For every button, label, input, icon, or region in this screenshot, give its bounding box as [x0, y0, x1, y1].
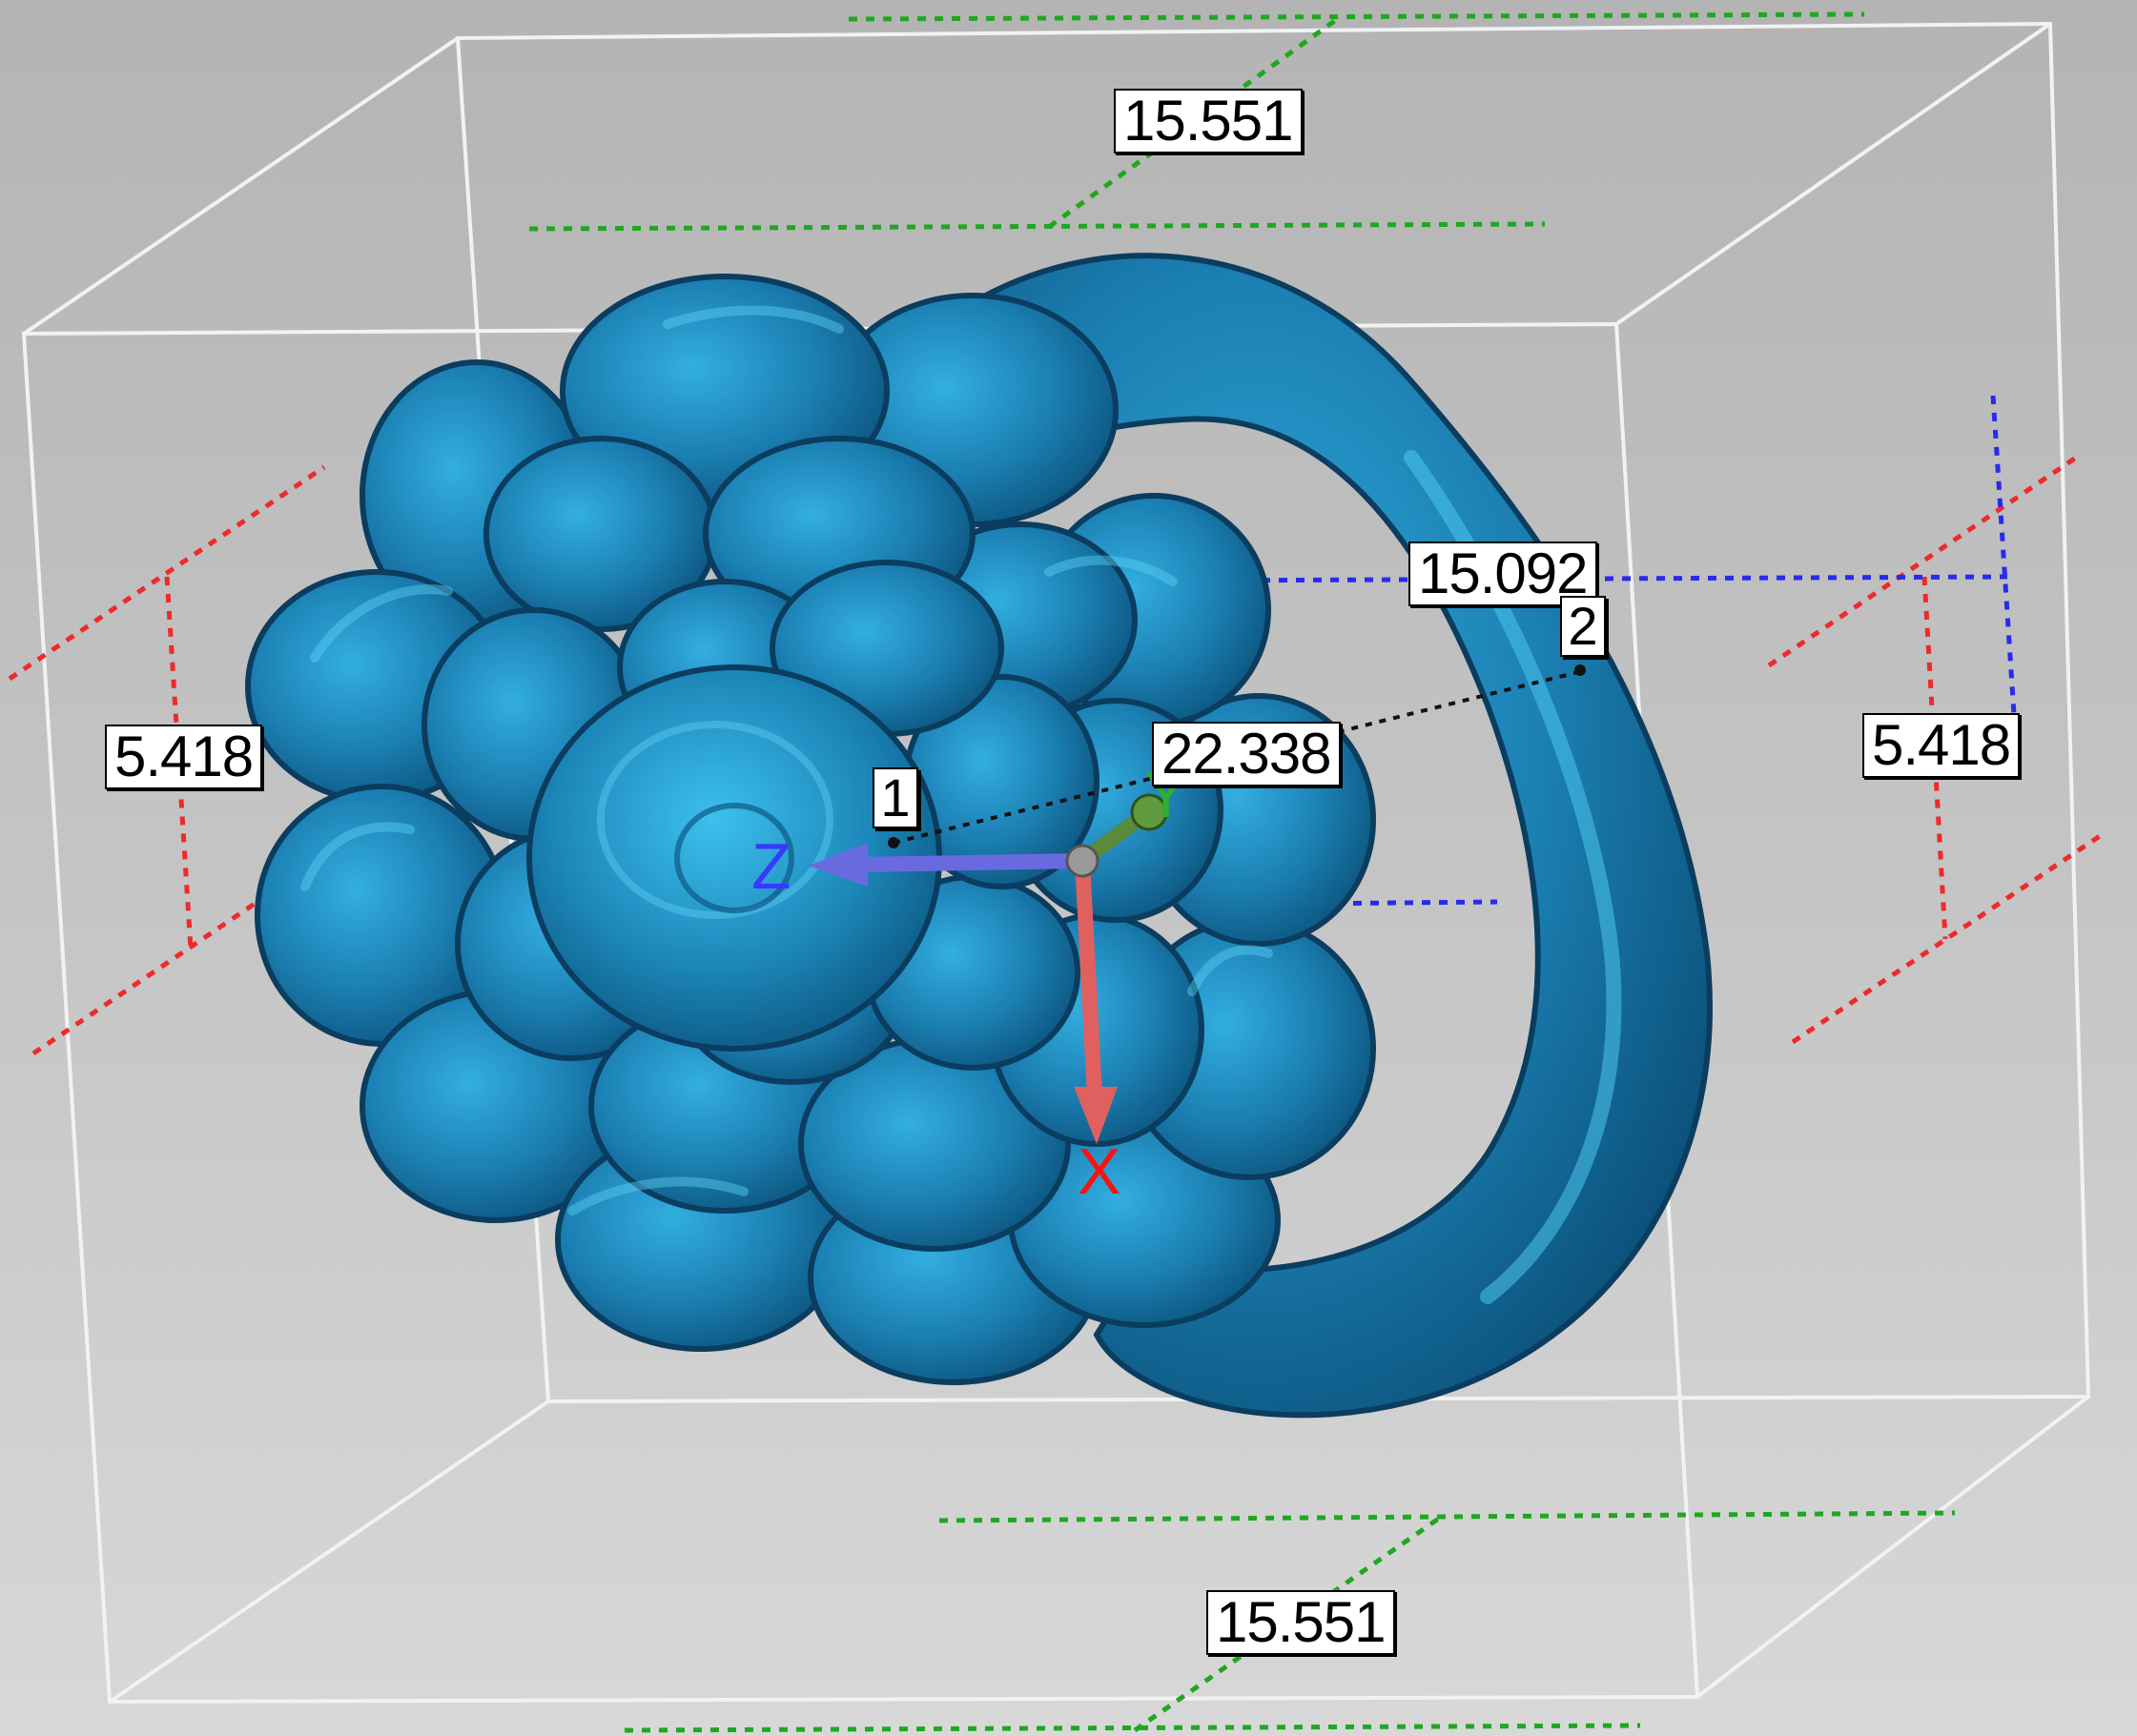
axes-origin	[1065, 844, 1099, 878]
height-left-label: 5.418	[105, 725, 263, 789]
width-bottom-label: 15.551	[1206, 1590, 1395, 1655]
point-1-marker[interactable]: 1	[873, 767, 918, 828]
point-1-dot	[888, 837, 899, 848]
z-axis-arrow[interactable]	[851, 853, 1090, 872]
3d-viewport[interactable]: Z X Y 15.551 15.551 5.418 5.418 15.092 2…	[0, 0, 2137, 1736]
z-axis-label: Z	[751, 830, 791, 903]
point-distance-label: 22.338	[1152, 722, 1341, 786]
point-2-marker[interactable]: 2	[1560, 596, 1606, 657]
x-axis-label: X	[1078, 1135, 1121, 1208]
width-top-label: 15.551	[1114, 89, 1303, 153]
scene-canvas[interactable]	[0, 0, 2137, 1736]
point-2-dot	[1574, 664, 1586, 676]
height-right-label: 5.418	[1862, 713, 2021, 778]
